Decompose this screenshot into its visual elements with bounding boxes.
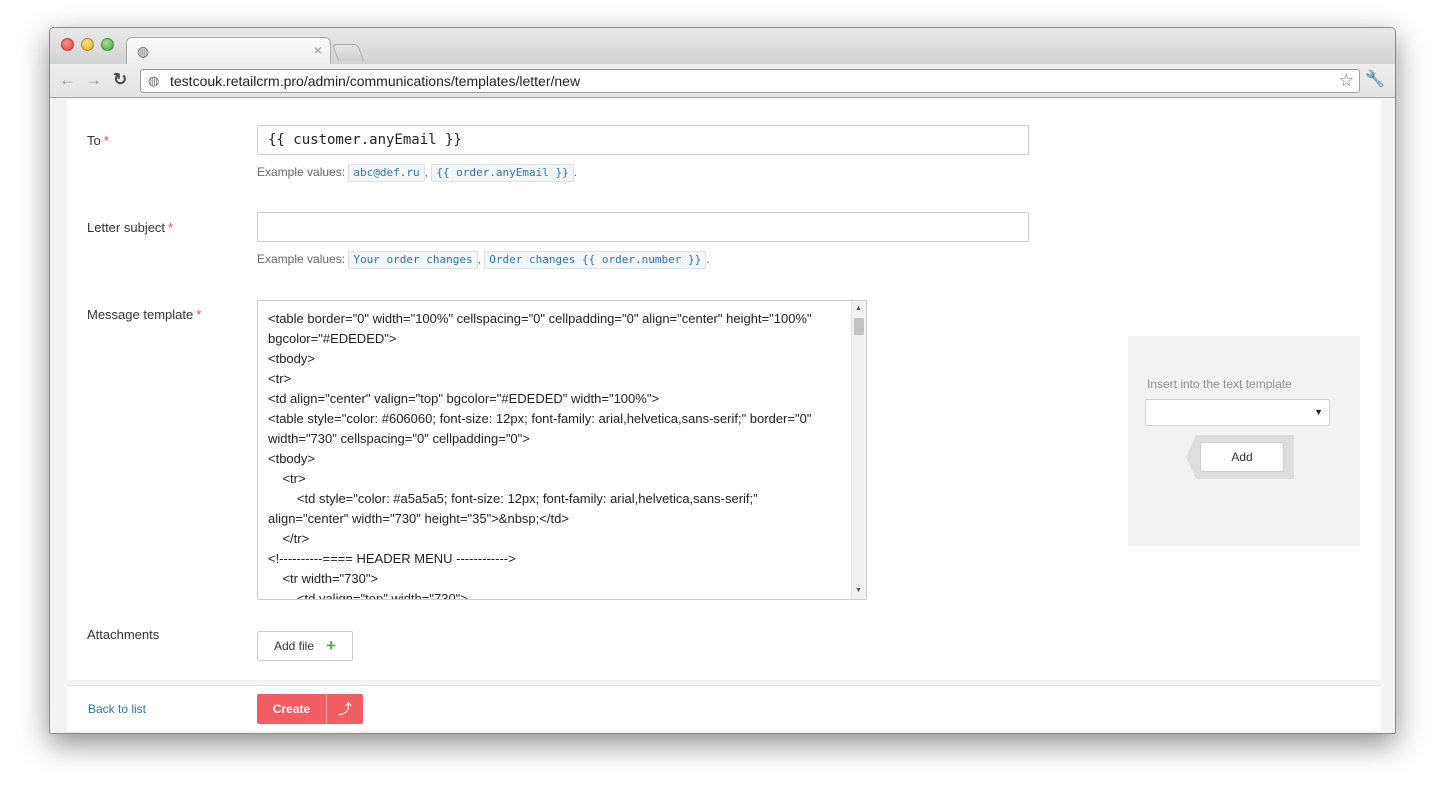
add-file-button[interactable]: Add file + xyxy=(257,631,353,661)
textarea-scrollbar[interactable]: ▲ ▼ xyxy=(851,301,866,599)
required-mark: * xyxy=(196,307,202,322)
star-icon[interactable]: ☆ xyxy=(1339,72,1354,90)
to-field[interactable]: {{ customer.anyEmail }} xyxy=(257,125,1029,155)
message-label-text: Message template xyxy=(87,307,194,322)
globe-icon: ◍ xyxy=(137,43,150,59)
subject-field[interactable] xyxy=(257,212,1029,242)
forward-arrow-icon[interactable]: → xyxy=(85,70,102,90)
page-viewport: To * {{ customer.anyEmail }} Example valu… xyxy=(50,99,1395,733)
new-tab-button[interactable] xyxy=(331,44,365,61)
browser-window: ◍ × ← → ↻ ◍ testcouk.retailcrm.pro/admin… xyxy=(49,27,1396,734)
zoom-window-icon[interactable] xyxy=(101,38,114,51)
required-mark: * xyxy=(168,220,174,235)
message-template-content[interactable]: <table border="0" width="100%" cellspaci… xyxy=(258,301,850,599)
reload-icon[interactable]: ↻ xyxy=(113,70,127,90)
back-arrow-icon[interactable]: ← xyxy=(59,70,76,90)
insert-label: Insert into the text template xyxy=(1147,377,1292,391)
create-button-label: Create xyxy=(272,702,311,716)
hint-suffix: . xyxy=(573,165,578,179)
insert-add-button[interactable]: Add xyxy=(1200,442,1284,472)
browser-toolbar: ← → ↻ ◍ testcouk.retailcrm.pro/admin/com… xyxy=(50,64,1395,98)
example-chip[interactable]: Order changes {{ order.number }} xyxy=(484,251,707,269)
browser-titlebar: ◍ × xyxy=(50,28,1395,65)
minimize-window-icon[interactable] xyxy=(81,38,94,51)
insert-variable-select[interactable]: ▼ xyxy=(1145,399,1330,426)
subject-label: Letter subject * xyxy=(87,220,173,236)
to-label-text: To xyxy=(87,133,101,148)
close-tab-icon[interactable]: × xyxy=(314,42,322,58)
globe-icon: ◍ xyxy=(148,73,160,88)
subject-label-text: Letter subject xyxy=(87,220,166,235)
plus-icon: + xyxy=(326,636,336,655)
message-label: Message template * xyxy=(87,307,201,323)
required-mark: * xyxy=(103,133,109,148)
address-bar[interactable]: ◍ testcouk.retailcrm.pro/admin/communica… xyxy=(140,69,1360,93)
scroll-down-icon[interactable]: ▼ xyxy=(855,587,862,595)
to-hint: Example values: abc@def.ru, {{ order.any… xyxy=(257,164,577,182)
attachments-label-text: Attachments xyxy=(87,627,160,642)
create-button[interactable]: Create ⤴ xyxy=(257,694,363,724)
hint-suffix: . xyxy=(706,252,710,266)
attachments-label: Attachments xyxy=(87,627,159,643)
scroll-up-icon[interactable]: ▲ xyxy=(855,305,862,313)
wrench-icon[interactable]: 🔧 xyxy=(1365,70,1385,90)
subject-hint: Example values: Your order changes, Orde… xyxy=(257,251,710,269)
hint-prefix: Example values: xyxy=(257,252,349,266)
to-label: To * xyxy=(87,133,109,149)
close-window-icon[interactable] xyxy=(61,38,74,51)
chevron-down-icon: ▼ xyxy=(1314,407,1323,417)
add-file-label: Add file xyxy=(274,639,315,653)
form-footer: Back to list Create ⤴ xyxy=(67,685,1381,731)
insert-variable-panel: Insert into the text template ▼ Add xyxy=(1128,336,1360,546)
hint-prefix: Example values: xyxy=(257,165,349,179)
browser-tab[interactable]: ◍ × xyxy=(126,37,331,65)
back-to-list-link[interactable]: Back to list xyxy=(88,702,146,716)
create-and-stay-icon[interactable]: ⤴ xyxy=(327,694,363,724)
hint-separator: , xyxy=(477,252,481,266)
form-card: To * {{ customer.anyEmail }} Example valu… xyxy=(67,99,1381,680)
example-chip[interactable]: {{ order.anyEmail }} xyxy=(431,164,574,182)
example-chip[interactable]: abc@def.ru xyxy=(348,164,425,182)
scroll-thumb[interactable] xyxy=(854,318,864,335)
hint-separator: , xyxy=(424,165,428,179)
message-template-textarea[interactable]: <table border="0" width="100%" cellspaci… xyxy=(257,300,867,600)
example-chip[interactable]: Your order changes xyxy=(348,251,478,269)
url-text[interactable]: testcouk.retailcrm.pro/admin/communicati… xyxy=(170,73,580,90)
